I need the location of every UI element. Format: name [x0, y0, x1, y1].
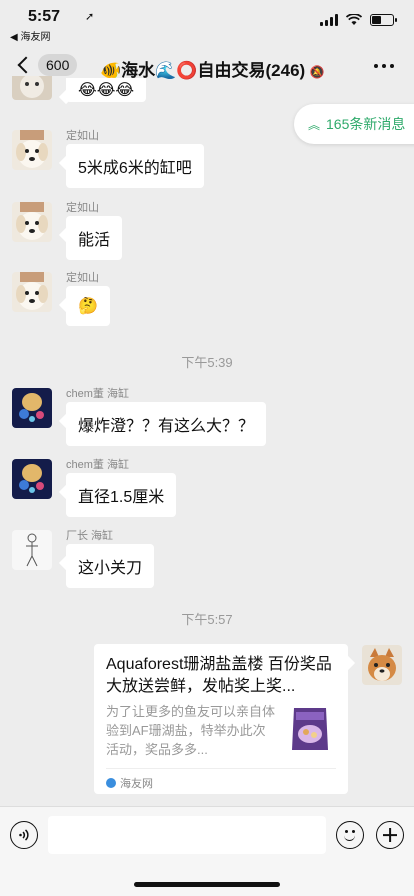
message-bubble[interactable]: 直径1.5厘米 — [66, 473, 177, 517]
home-indicator[interactable] — [134, 882, 280, 887]
unread-count-badge: 600 — [38, 54, 78, 76]
divider — [106, 768, 336, 769]
message-input[interactable] — [48, 816, 326, 854]
avatar[interactable] — [12, 530, 52, 570]
wifi-icon — [346, 14, 362, 25]
sender-name: 厂长 海缸 — [66, 530, 114, 542]
chat-header: 600 🐠海水🌊⭕自由交易(246) 🔕 — [0, 44, 414, 88]
double-chevron-up-icon: ︽ — [308, 117, 321, 132]
link-card-source: 海友网 — [106, 775, 153, 791]
new-messages-button[interactable]: ︽ 165条新消息 — [294, 104, 414, 144]
link-card-description: 为了让更多的鱼友可以亲自体验到AF珊湖盐，特举办此次活动，奖品多多... — [106, 704, 276, 757]
avatar[interactable] — [12, 130, 52, 170]
link-card-thumbnail — [284, 702, 336, 754]
message-bubble[interactable]: 能活 — [66, 216, 123, 260]
message-bubble[interactable]: 爆炸澄？？有这么大？？ — [66, 402, 267, 446]
avatar[interactable] — [362, 645, 402, 685]
source-site-icon — [106, 778, 116, 788]
message-text: 直径1.5厘米 — [78, 489, 165, 506]
chevron-left-icon — [17, 56, 35, 74]
message-bubble[interactable]: 5米成6米的缸吧 — [66, 144, 204, 188]
message-text: 5米成6米的缸吧 — [78, 160, 192, 177]
voice-input-button[interactable] — [10, 821, 38, 849]
message-text: 这小关刀 — [78, 560, 143, 577]
message-text: 😂😂😂 — [78, 82, 135, 99]
new-messages-label: 165条新消息 — [326, 116, 406, 132]
sender-name: 定如山 — [66, 130, 99, 142]
status-bar: 5:57 ➚ ◀ 海友网 — [0, 0, 414, 44]
message-text: 🤔 — [78, 298, 98, 315]
avatar[interactable] — [12, 76, 52, 100]
message-bubble[interactable]: 这小关刀 — [66, 544, 155, 588]
sender-name: chem董 海缸 — [66, 459, 129, 471]
avatar[interactable] — [12, 459, 52, 499]
location-arrow-icon: ➚ — [85, 11, 95, 23]
source-name: 海友网 — [120, 778, 153, 790]
voice-icon — [19, 829, 29, 841]
sender-name: 定如山 — [66, 202, 99, 214]
link-card-title: Aquaforest珊湖盐盖楼 百份奖品大放送尝鲜，发帖奖上奖... — [106, 656, 332, 695]
more-options-button[interactable] — [374, 64, 394, 68]
sender-name: chem董 海缸 — [66, 388, 129, 400]
status-time: 5:57 — [28, 8, 61, 25]
battery-icon — [370, 14, 397, 26]
back-to-app-link[interactable]: ◀ 海友网 — [10, 28, 50, 43]
avatar[interactable] — [12, 388, 52, 428]
shared-link-card[interactable]: Aquaforest珊湖盐盖楼 百份奖品大放送尝鲜，发帖奖上奖... 为了让更多… — [94, 644, 348, 794]
message-text: 能活 — [78, 232, 111, 249]
avatar[interactable] — [12, 272, 52, 312]
message-bubble[interactable]: 🤔 — [66, 286, 110, 326]
avatar[interactable] — [12, 202, 52, 242]
back-button[interactable]: 600 — [14, 54, 78, 76]
message-text: 爆炸澄？？有这么大？？ — [78, 418, 255, 435]
time-separator: 下午5:57 — [181, 612, 233, 627]
cellular-signal-icon — [320, 14, 338, 26]
message-bubble[interactable]: 😂😂😂 — [66, 78, 147, 102]
status-icons — [320, 14, 397, 26]
emoji-button[interactable] — [336, 821, 364, 849]
time-separator: 下午5:39 — [181, 355, 233, 370]
sender-name: 定如山 — [66, 272, 99, 284]
muted-bell-icon: 🔕 — [309, 65, 325, 79]
more-actions-button[interactable] — [376, 821, 404, 849]
